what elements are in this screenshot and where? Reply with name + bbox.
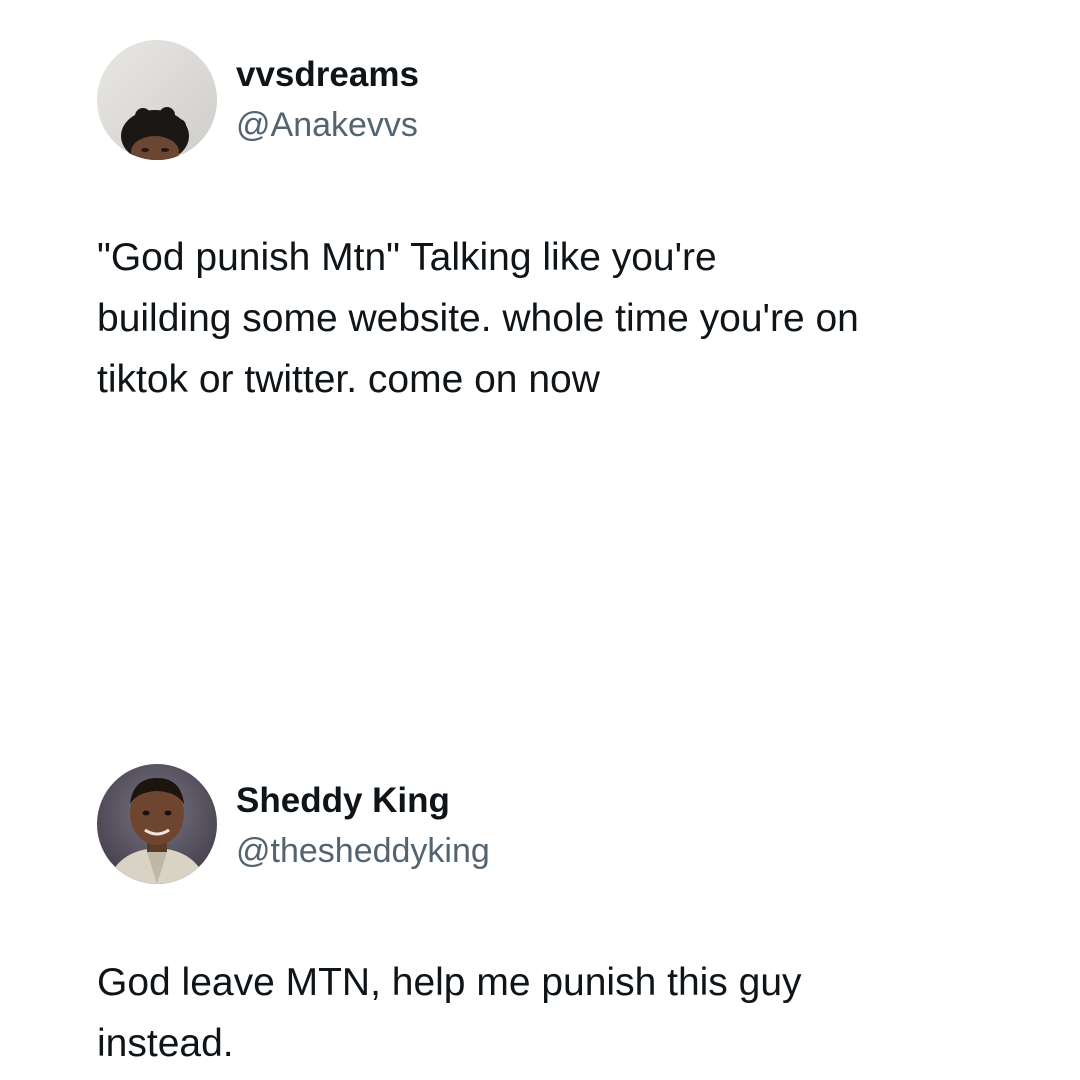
tweet-text: "God punish Mtn" Talking like you're bui…: [97, 236, 859, 401]
user-handle[interactable]: @Anakevvs: [236, 104, 418, 146]
tweet-text: God leave MTN, help me punish this guy i…: [97, 961, 802, 1065]
display-name[interactable]: Sheddy King: [236, 780, 450, 822]
display-name[interactable]: vvsdreams: [236, 54, 419, 96]
avatar-photo-icon: [97, 764, 217, 884]
user-handle[interactable]: @thesheddyking: [236, 830, 490, 872]
user-avatar[interactable]: [97, 40, 217, 160]
avatar-photo-icon: [97, 40, 217, 160]
user-avatar[interactable]: [97, 764, 217, 884]
